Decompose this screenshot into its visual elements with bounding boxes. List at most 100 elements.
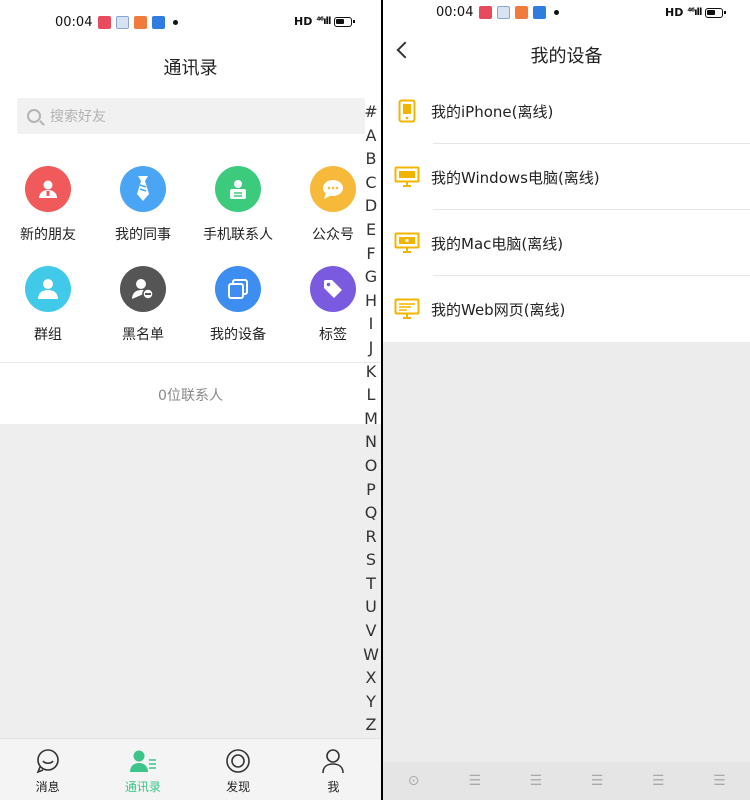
device-item-iphone[interactable]: 我的iPhone(离线)	[383, 78, 750, 144]
status-app-icons	[479, 6, 559, 19]
bottom-nav: 消息 通讯录 发现 我	[0, 738, 381, 800]
app-notification-icon	[533, 6, 546, 19]
search-placeholder: 搜索好友	[50, 109, 106, 125]
alpha-index-item[interactable]: D	[361, 194, 381, 218]
device-list: 我的iPhone(离线) 我的Windows电脑(离线) 我的Mac电脑(离线)	[383, 78, 750, 342]
alpha-index-item[interactable]: W	[361, 643, 381, 667]
phone-icon	[383, 99, 431, 123]
menu-lines-icon[interactable]: ☰	[711, 773, 727, 789]
device-item-web[interactable]: 我的Web网页(离线)	[383, 276, 750, 342]
alpha-index-item[interactable]: X	[361, 666, 381, 690]
app-notification-icon	[98, 16, 111, 29]
person-badge-icon	[25, 166, 71, 212]
alpha-index-item[interactable]: P	[361, 478, 381, 502]
alphabet-index[interactable]: # A B C D E F G H I J K L M N O P Q R S …	[361, 100, 381, 737]
tie-icon	[120, 166, 166, 212]
grid-item-blacklist[interactable]: 黑名单	[95, 266, 191, 344]
grid-label: 新的朋友	[20, 227, 76, 243]
my-devices-screen: 00:04 HD ⁴⁶ıll 我的设备 我的iPhone(离线) 我的Windo…	[383, 0, 750, 800]
grid-item-colleagues[interactable]: 我的同事	[95, 166, 191, 244]
grid-item-my-devices[interactable]: 我的设备	[190, 266, 286, 344]
grid-item-new-friends[interactable]: 新的朋友	[0, 166, 96, 244]
menu-lines-icon[interactable]: ☰	[650, 773, 666, 789]
device-item-mac[interactable]: 我的Mac电脑(离线)	[383, 210, 750, 276]
network-label: HD	[294, 15, 313, 28]
app-notification-icon	[134, 16, 147, 29]
alpha-index-item[interactable]: H	[361, 289, 381, 313]
alpha-index-item[interactable]: Y	[361, 690, 381, 714]
grid-label: 群组	[34, 327, 62, 343]
chat-bubble-icon	[310, 166, 356, 212]
grid-item-groups[interactable]: 群组	[0, 266, 96, 344]
alpha-index-item[interactable]: O	[361, 454, 381, 478]
nav-label: 我	[327, 780, 340, 794]
alpha-index-item[interactable]: S	[361, 548, 381, 572]
alpha-index-item[interactable]: L	[361, 383, 381, 407]
alpha-index-item[interactable]: Z	[361, 713, 381, 737]
alpha-index-item[interactable]: G	[361, 265, 381, 289]
alpha-index-item[interactable]: T	[361, 572, 381, 596]
circle-icon[interactable]: ⊙	[406, 773, 422, 789]
network-label: HD	[665, 6, 684, 19]
status-bar: 00:04 HD ⁴⁶ıll	[0, 0, 381, 40]
alpha-index-item[interactable]: R	[361, 525, 381, 549]
grid-item-phone-contacts[interactable]: 手机联系人	[190, 166, 286, 244]
contact-count: 0位联系人	[158, 388, 223, 404]
status-right: HD ⁴⁶ıll	[294, 15, 356, 28]
grid-label: 我的设备	[210, 327, 266, 343]
nav-label: 通讯录	[124, 780, 161, 794]
alpha-index-item[interactable]: I	[361, 312, 381, 336]
status-time: 00:04	[55, 15, 93, 30]
alpha-index-item[interactable]: V	[361, 619, 381, 643]
status-bar: 00:04 HD ⁴⁶ıll	[383, 0, 750, 28]
nav-label: 发现	[226, 780, 251, 794]
nav-label: 消息	[35, 780, 60, 794]
menu-lines-icon[interactable]: ☰	[589, 773, 605, 789]
alpha-index-item[interactable]: U	[361, 595, 381, 619]
alpha-index-item[interactable]: J	[361, 336, 381, 360]
status-time: 00:04	[436, 5, 474, 20]
page-title: 我的设备	[530, 46, 603, 67]
menu-lines-icon[interactable]: ☰	[528, 773, 544, 789]
nav-item-me[interactable]: 我	[286, 739, 381, 800]
screenshot-stage: 00:04 HD ⁴⁶ıll 通讯录 搜索好友 新的朋友 我的同事 手机联系人 …	[0, 0, 750, 800]
alpha-index-item[interactable]: A	[361, 124, 381, 148]
alpha-index-item[interactable]: Q	[361, 501, 381, 525]
web-monitor-icon	[383, 298, 431, 320]
contact-card-icon	[215, 166, 261, 212]
status-app-icons	[98, 16, 178, 29]
group-icon	[25, 266, 71, 312]
app-notification-icon	[479, 6, 492, 19]
device-label: 我的iPhone(离线)	[431, 102, 554, 121]
contacts-icon	[95, 747, 190, 775]
alpha-index-item[interactable]: B	[361, 147, 381, 171]
device-label: 我的Windows电脑(离线)	[431, 168, 600, 187]
nav-item-discover[interactable]: 发现	[191, 739, 286, 800]
alpha-index-item[interactable]: N	[361, 430, 381, 454]
devices-icon	[215, 266, 261, 312]
search-bar[interactable]: 搜索好友	[17, 98, 365, 134]
alpha-index-item[interactable]: C	[361, 171, 381, 195]
alpha-index-item[interactable]: #	[361, 100, 381, 124]
status-right: HD ⁴⁶ıll	[665, 6, 727, 19]
app-notification-icon	[152, 16, 165, 29]
nav-item-contacts[interactable]: 通讯录	[95, 739, 190, 800]
page-title: 通讯录	[163, 58, 218, 79]
status-dot-icon	[173, 20, 178, 25]
desktop-icon	[383, 166, 431, 188]
alpha-index-item[interactable]: F	[361, 242, 381, 266]
nav-item-messages[interactable]: 消息	[0, 739, 95, 800]
discover-icon	[191, 747, 286, 775]
grid-label: 黑名单	[122, 327, 164, 343]
grid-label: 我的同事	[115, 227, 171, 243]
device-label: 我的Web网页(离线)	[431, 300, 566, 319]
alpha-index-item[interactable]: E	[361, 218, 381, 242]
alpha-index-item[interactable]: M	[361, 407, 381, 431]
device-item-windows[interactable]: 我的Windows电脑(离线)	[383, 144, 750, 210]
alpha-index-item[interactable]: K	[361, 360, 381, 384]
battery-icon	[705, 7, 727, 18]
profile-icon	[286, 747, 381, 775]
app-notification-icon	[515, 6, 528, 19]
menu-lines-icon[interactable]: ☰	[467, 773, 483, 789]
divider	[0, 362, 381, 363]
